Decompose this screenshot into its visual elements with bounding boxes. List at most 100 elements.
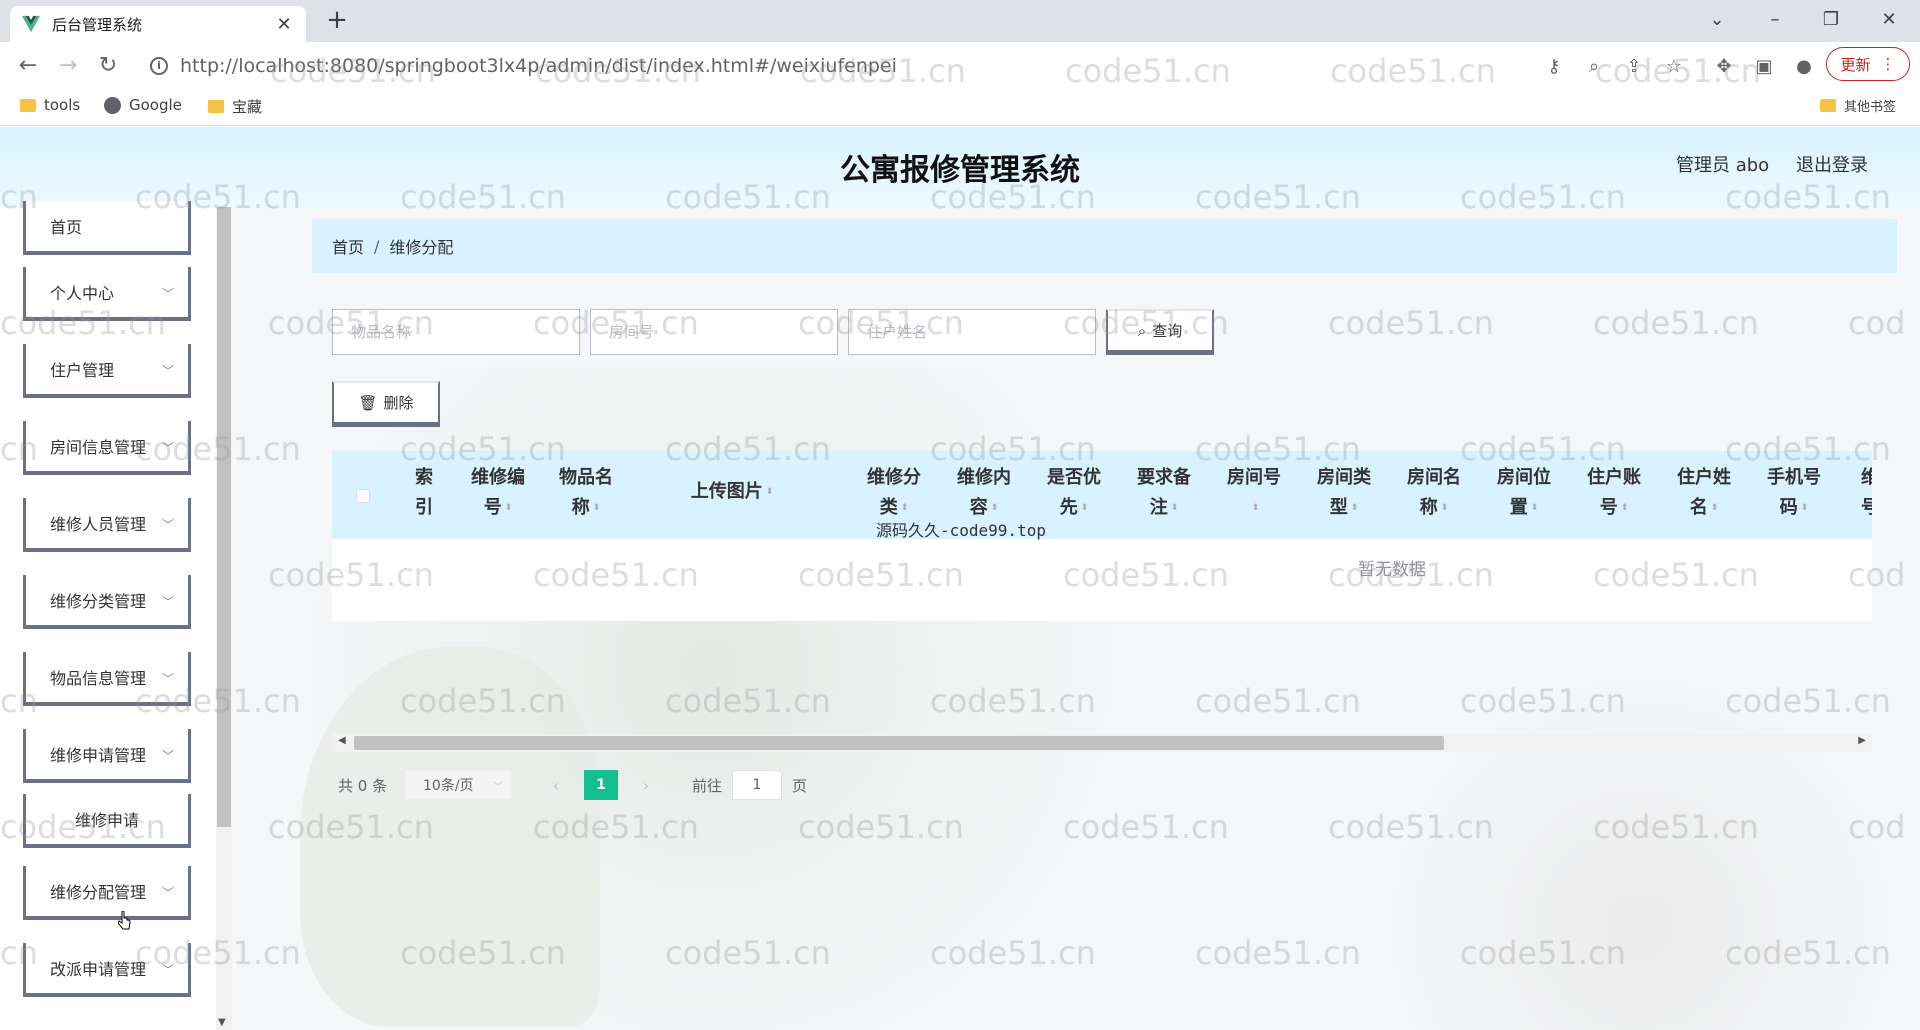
forward-icon[interactable]: → [52, 50, 84, 82]
table-horizontal-scrollbar[interactable]: ◀ ▶ [332, 734, 1872, 752]
sidebar-item-repair-requests[interactable]: 维修申请管理 ﹀ [23, 729, 191, 783]
chevron-down-icon: ﹀ [493, 782, 503, 793]
column-header-item-name[interactable]: 物品名称 ⬍ [546, 463, 626, 523]
tab-title: 后台管理系统 [52, 15, 143, 34]
sidebar-item-repair-assignment[interactable]: 维修分配管理 ﹀ [23, 866, 191, 920]
other-bookmarks[interactable]: 其他书签 [1820, 96, 1896, 115]
update-button[interactable]: 更新 ⋮ [1826, 47, 1910, 81]
prev-page-icon[interactable]: ‹ [540, 770, 572, 800]
sort-icon[interactable]: ⬍ [1441, 493, 1449, 523]
sort-icon[interactable]: ⬍ [593, 493, 601, 523]
bookmark-treasure[interactable]: 宝藏 [208, 96, 262, 117]
column-header-repair-no[interactable]: 维修编号 ⬍ [458, 463, 538, 523]
mouse-cursor-icon [118, 911, 131, 930]
sort-icon[interactable]: ⬍ [505, 493, 513, 523]
sort-icon[interactable]: ⬍ [1711, 493, 1719, 523]
column-header-phone[interactable]: 手机号码 ⬍ [1754, 463, 1834, 523]
resident-name-input[interactable]: 住户姓名 [848, 309, 1096, 355]
profile-icon[interactable]: ● [1792, 56, 1816, 78]
sidebar-item-residents[interactable]: 住户管理 ﹀ [23, 344, 191, 398]
room-no-input[interactable]: 房间号 [590, 309, 838, 355]
tab-search-icon[interactable]: ⌄ [1694, 4, 1740, 36]
column-header-index[interactable]: 索引 [404, 463, 444, 523]
sort-icon[interactable]: ⬍ [1801, 493, 1809, 523]
sidebar-item-label: 首页 [50, 218, 83, 237]
sort-icon[interactable]: ⬍ [1171, 493, 1179, 523]
sidebar-item-repair-staff[interactable]: 维修人员管理 ﹀ [23, 498, 191, 552]
share-icon[interactable]: ⇪ [1622, 56, 1646, 78]
sort-icon[interactable]: ⬍ [1081, 493, 1089, 523]
new-tab-icon[interactable]: + [322, 6, 352, 36]
close-window-icon[interactable]: ✕ [1866, 4, 1912, 36]
chevron-down-icon: ﹀ [161, 287, 174, 301]
sidebar-item-rooms[interactable]: 房间信息管理 ﹀ [23, 421, 191, 475]
column-header-truncated[interactable]: 维号 [1850, 463, 1872, 523]
extensions-icon[interactable]: ✥ [1712, 56, 1736, 78]
column-header-room-name[interactable]: 房间名称 ⬍ [1394, 463, 1474, 523]
sort-icon[interactable]: ⬍ [1621, 493, 1629, 523]
restore-icon[interactable]: ❐ [1808, 4, 1854, 36]
page-suffix: 页 [792, 776, 808, 795]
side-panel-icon[interactable]: ▣ [1752, 56, 1776, 78]
browser-tab[interactable]: 后台管理系统 ✕ [10, 6, 306, 42]
goto-page-input[interactable]: 1 [732, 770, 783, 800]
sort-icon[interactable]: ⬍ [766, 477, 774, 507]
column-header-text: 物品名 [559, 467, 613, 488]
sidebar-item-home[interactable]: 首页 [23, 201, 191, 255]
sort-icon[interactable]: ⬍ [1252, 493, 1260, 523]
page-size-select[interactable]: 10条/页 ﹀ [404, 770, 512, 800]
sidebar-scrollbar[interactable]: ▼ [216, 207, 232, 1030]
column-header-priority[interactable]: 是否优先 ⬍ [1034, 463, 1114, 523]
column-header-text: 是否优 [1047, 467, 1101, 488]
scroll-right-arrow-icon[interactable]: ▶ [1858, 735, 1866, 746]
minimize-icon[interactable]: – [1752, 4, 1798, 36]
column-header-repair-content[interactable]: 维修内容 ⬍ [944, 463, 1024, 523]
column-header-room-no[interactable]: 房间号 ⬍ [1214, 463, 1294, 523]
column-header-resident-name[interactable]: 住户姓名 ⬍ [1664, 463, 1744, 523]
delete-button[interactable]: 🗑 删除 [332, 381, 440, 427]
query-button[interactable]: ⌕ 查询 [1106, 309, 1214, 355]
table-scroll-thumb[interactable] [354, 736, 1444, 750]
bookmark-google[interactable]: Google [104, 96, 182, 114]
sidebar-subitem-repair-request[interactable]: 维修申请 [23, 794, 191, 848]
scroll-down-arrow-icon[interactable]: ▼ [218, 1017, 226, 1028]
column-header-text: 码 [1779, 497, 1798, 518]
delete-label: 删除 [383, 394, 414, 412]
sort-icon[interactable]: ⬍ [1351, 493, 1359, 523]
page-number-current[interactable]: 1 [584, 770, 618, 800]
column-header-resident-account[interactable]: 住户账号 ⬍ [1574, 463, 1654, 523]
next-page-icon[interactable]: › [630, 770, 662, 800]
column-header-room-type[interactable]: 房间类型 ⬍ [1304, 463, 1384, 523]
back-icon[interactable]: ← [12, 50, 44, 82]
select-all-checkbox[interactable] [356, 489, 370, 503]
column-header-remarks[interactable]: 要求备注 ⬍ [1124, 463, 1204, 523]
close-tab-icon[interactable]: ✕ [274, 14, 294, 35]
sidebar-item-items[interactable]: 物品信息管理 ﹀ [23, 652, 191, 706]
column-header-room-location[interactable]: 房间位置 ⬍ [1484, 463, 1564, 523]
column-header-text: 房间位 [1497, 467, 1551, 488]
site-info-icon[interactable]: i [150, 57, 168, 75]
column-header-repair-category[interactable]: 维修分类 ⬍ [854, 463, 934, 523]
zoom-icon[interactable]: ⌕ [1582, 56, 1606, 78]
logout-link[interactable]: 退出登录 [1796, 151, 1868, 177]
folder-icon [1820, 99, 1836, 112]
reload-icon[interactable]: ↻ [92, 50, 124, 82]
column-header-text: 类 [879, 497, 898, 518]
item-name-input[interactable]: 物品名称 [332, 309, 580, 355]
bookmark-tools[interactable]: tools [20, 96, 80, 114]
sidebar-item-reassign-requests[interactable]: 改派申请管理 ﹀ [23, 943, 191, 997]
bookmark-star-icon[interactable]: ☆ [1662, 56, 1686, 78]
column-header-text: 索 [415, 467, 433, 488]
url-text: http://localhost:8080/springboot3lx4p/ad… [180, 55, 897, 77]
sidebar-item-repair-categories[interactable]: 维修分类管理 ﹀ [23, 575, 191, 629]
sidebar-scroll-thumb[interactable] [217, 207, 231, 827]
breadcrumb-home[interactable]: 首页 [332, 234, 364, 258]
sort-icon[interactable]: ⬍ [1531, 493, 1539, 523]
key-icon[interactable]: ⚷ [1542, 56, 1566, 78]
vue-logo-icon [22, 15, 40, 33]
column-header-upload-image[interactable]: 上传图片 ⬍ [672, 477, 792, 507]
scroll-left-arrow-icon[interactable]: ◀ [338, 735, 346, 746]
column-header-text: 引 [415, 497, 433, 518]
sidebar-item-profile[interactable]: 个人中心 ﹀ [23, 267, 191, 321]
bookmark-label: 宝藏 [232, 98, 263, 116]
